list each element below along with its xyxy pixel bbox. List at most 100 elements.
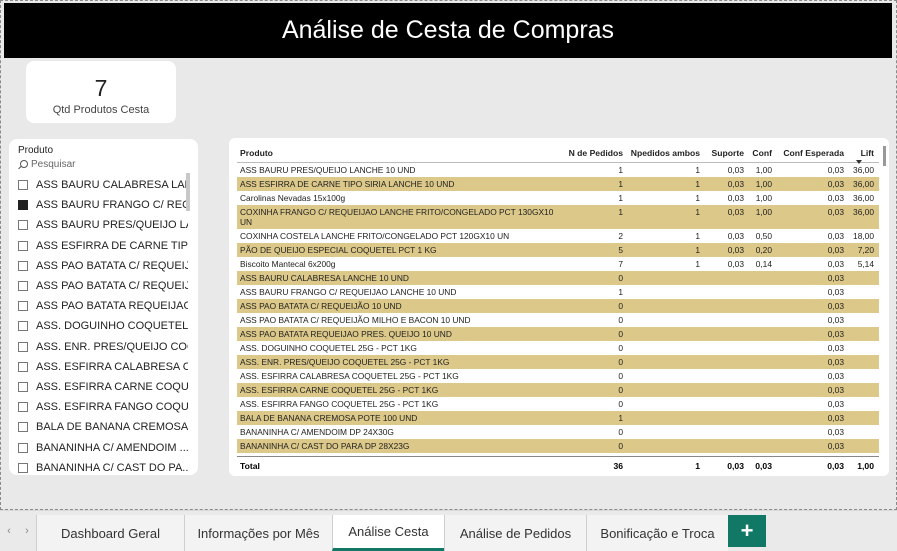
checkbox[interactable] bbox=[18, 462, 28, 473]
tab-next-button[interactable]: › bbox=[18, 511, 36, 551]
table-row[interactable]: BALA DE BANANA CREMOSA POTE 100 UND 1 0,03 bbox=[237, 411, 879, 425]
table-cell: ASS. ENR. PRES/QUEIJO COQUETEL 25G - PCT… bbox=[240, 357, 450, 367]
column-header[interactable]: Lift bbox=[846, 148, 876, 164]
slicer-item-label: ASS. ESFIRRA CALABRESA CO... bbox=[36, 360, 188, 373]
table-cell: 1 bbox=[695, 259, 700, 269]
column-header[interactable]: Conf bbox=[746, 148, 774, 158]
search-input[interactable]: Pesquisar bbox=[31, 159, 75, 170]
checkbox[interactable] bbox=[18, 321, 28, 332]
column-header[interactable]: Produto bbox=[237, 148, 557, 158]
slicer-item[interactable]: ASS BAURU CALABRESA LAN... bbox=[18, 175, 188, 195]
checkbox[interactable] bbox=[18, 341, 28, 352]
column-header-label: Produto bbox=[240, 147, 273, 158]
slicer-item[interactable]: ASS PAO BATATA C/ REQUEIJÃ... bbox=[18, 276, 188, 296]
table-cell: 0,03 bbox=[827, 357, 844, 367]
table-row[interactable]: BANANINHA C/ CAST DO PARA DP 28X23G 0 0,03 bbox=[237, 439, 879, 453]
table-row[interactable]: BANANINHA C/ AMENDOIM DP 24X30G 0 0,03 bbox=[237, 425, 879, 439]
table-cell: 0,03 bbox=[827, 441, 844, 451]
page-title: Análise de Cesta de Compras bbox=[281, 16, 615, 44]
kpi-card[interactable]: 7 Qtd Produtos Cesta bbox=[26, 61, 176, 123]
table-cell: 0,03 bbox=[827, 399, 844, 409]
checkbox[interactable] bbox=[18, 220, 28, 231]
table-cell: 1 bbox=[618, 165, 623, 175]
table-cell: 1 bbox=[695, 193, 700, 203]
table-row[interactable]: ASS. ESFIRRA FANGO COQUETEL 25G - PCT 1K… bbox=[237, 397, 879, 411]
table-row[interactable]: ASS. ESFIRRA CARNE COQUETEL 25G - PCT 1K… bbox=[237, 383, 879, 397]
column-header[interactable]: Conf Esperada bbox=[774, 148, 846, 158]
checkbox[interactable] bbox=[18, 180, 28, 191]
checkbox[interactable] bbox=[18, 361, 28, 372]
add-page-button[interactable]: + bbox=[728, 515, 766, 547]
slicer-search[interactable]: Pesquisar bbox=[18, 159, 190, 170]
slicer-item[interactable]: ASS. ESFIRRA CALABRESA CO... bbox=[18, 357, 188, 377]
slicer-item[interactable]: ASS BAURU FRANGO C/ REQ... bbox=[18, 195, 188, 215]
table-row[interactable]: ASS. ENR. PRES/QUEIJO COQUETEL 25G - PCT… bbox=[237, 355, 879, 369]
slicer-item[interactable]: BALA DE BANANA CREMOSA ... bbox=[18, 417, 188, 437]
table-row[interactable]: ASS BAURU PRES/QUEIJO LANCHE 10 UND 1 1 0,0… bbox=[237, 163, 879, 177]
table-row[interactable]: COXINHA COSTELA LANCHE FRITO/CONGELADO P… bbox=[237, 229, 879, 243]
slicer-item[interactable]: ASS PAO BATATA C/ REQUEIJÃ... bbox=[18, 256, 188, 276]
table-row[interactable]: ASS. ESFIRRA CALABRESA COQUETEL 25G - PC… bbox=[237, 369, 879, 383]
total-cell: 0,03 bbox=[827, 460, 844, 471]
slicer-item[interactable]: ASS PAO BATATA REQUEIJAO ... bbox=[18, 296, 188, 316]
slicer-item[interactable]: ASS. ESFIRRA CARNE COQUE... bbox=[18, 377, 188, 397]
table-cell: ASS BAURU CALABRESA LANCHE 10 UND bbox=[240, 273, 409, 283]
slicer-item-label: ASS. ESFIRRA CARNE COQUE... bbox=[36, 380, 188, 393]
table-cell: ASS ESFIRRA DE CARNE TIPO SIRIA LANCHE 1… bbox=[240, 179, 455, 189]
slicer-item[interactable]: BANANINHA C/ CAST DO PA... bbox=[18, 458, 188, 478]
table-row[interactable]: ASS PAO BATATA REQUEIJAO PRES. QUEIJO 10… bbox=[237, 327, 879, 341]
table-cell: ASS BAURU PRES/QUEIJO LANCHE 10 UND bbox=[240, 165, 416, 175]
page-tab[interactable]: Bonificação e Troca bbox=[586, 515, 728, 551]
table-row[interactable]: PÃO DE QUEIJO ESPECIAL COQUETEL PCT 1 KG… bbox=[237, 243, 879, 257]
table-cell: 1 bbox=[695, 179, 700, 189]
table-row[interactable]: ASS PAO BATATA C/ REQUEIJÃO MILHO E BACO… bbox=[237, 313, 879, 327]
slicer-item[interactable]: ASS BAURU PRES/QUEIJO LA... bbox=[18, 215, 188, 235]
table-row[interactable]: Biscoito Mantecal 6x200g 7 1 0,03 0,14 0,03 5,… bbox=[237, 257, 879, 271]
slicer-item[interactable]: ASS. ESFIRRA FANGO COQUE... bbox=[18, 397, 188, 417]
table-row[interactable]: COXINHA FRANGO C/ REQUEIJAO LANCHE FRITO… bbox=[237, 205, 879, 229]
slicer-item[interactable]: ASS. ENR. PRES/QUEIJO COQ... bbox=[18, 337, 188, 357]
checkbox[interactable] bbox=[18, 381, 28, 392]
table-row[interactable]: ASS. DOGUINHO COQUETEL 25G - PCT 1KG 0 0,0… bbox=[237, 341, 879, 355]
page-tab[interactable]: Informações por Mês bbox=[184, 515, 332, 551]
checkbox[interactable] bbox=[18, 200, 28, 211]
page-tab-label: Análise de Pedidos bbox=[459, 525, 572, 541]
total-cell: 0,03 bbox=[727, 460, 744, 471]
table-row[interactable]: ASS ESFIRRA DE CARNE TIPO SIRIA LANCHE 1… bbox=[237, 177, 879, 191]
table-cell: 0,03 bbox=[827, 179, 844, 189]
checkbox[interactable] bbox=[18, 240, 28, 251]
table-scrollbar[interactable] bbox=[883, 146, 886, 166]
column-header[interactable]: Suporte bbox=[702, 148, 746, 158]
checkbox[interactable] bbox=[18, 260, 28, 271]
column-header[interactable]: Npedidos ambos bbox=[625, 148, 702, 158]
table-cell: 0 bbox=[618, 273, 623, 283]
table-cell: 0 bbox=[618, 357, 623, 367]
table-row[interactable]: ASS BAURU FRANGO C/ REQUEIJAO LANCHE 10 … bbox=[237, 285, 879, 299]
slicer-item-label: ASS BAURU FRANGO C/ REQ... bbox=[36, 199, 188, 212]
page-tab[interactable]: Análise Cesta bbox=[332, 515, 444, 551]
page-tab[interactable]: Dashboard Geral bbox=[36, 515, 184, 551]
column-header-label: Suporte bbox=[711, 147, 744, 158]
column-header[interactable]: N de Pedidos bbox=[557, 148, 625, 158]
table-cell: 1 bbox=[695, 165, 700, 175]
slicer-item-label: ASS PAO BATATA REQUEIJAO ... bbox=[36, 300, 188, 313]
checkbox[interactable] bbox=[18, 301, 28, 312]
slicer-item[interactable]: BANANINHA C/ AMENDOIM ... bbox=[18, 437, 188, 457]
table-row[interactable]: ASS BAURU CALABRESA LANCHE 10 UND 0 0,03 bbox=[237, 271, 879, 285]
table-row[interactable]: ASS PAO BATATA C/ REQUEIJÃO 10 UND 0 0,03 bbox=[237, 299, 879, 313]
checkbox[interactable] bbox=[18, 281, 28, 292]
page-tab[interactable]: Análise de Pedidos bbox=[444, 515, 586, 551]
table-body: ASS BAURU PRES/QUEIJO LANCHE 10 UND 1 1 0,0… bbox=[237, 163, 879, 453]
table-cell: 36,00 bbox=[853, 193, 874, 203]
slicer-item[interactable]: ASS. DOGUINHO COQUETEL ... bbox=[18, 316, 188, 336]
product-slicer[interactable]: Produto Pesquisar ASS BAURU CALABRESA LA… bbox=[9, 139, 198, 475]
tab-prev-button[interactable]: ‹ bbox=[0, 511, 18, 551]
slicer-item[interactable]: ASS ESFIRRA DE CARNE TIPO ... bbox=[18, 236, 188, 256]
checkbox[interactable] bbox=[18, 422, 28, 433]
table-row[interactable]: Carolinas Nevadas 15x100g 1 1 0,03 1,00 0,03 3… bbox=[237, 191, 879, 205]
slicer-scrollbar[interactable] bbox=[186, 173, 190, 211]
report-header: Análise de Cesta de Compras bbox=[4, 3, 892, 58]
checkbox[interactable] bbox=[18, 442, 28, 453]
table-grid: Produto N de Pedidos Npedidos ambos Suporte… bbox=[237, 143, 879, 453]
checkbox[interactable] bbox=[18, 402, 28, 413]
